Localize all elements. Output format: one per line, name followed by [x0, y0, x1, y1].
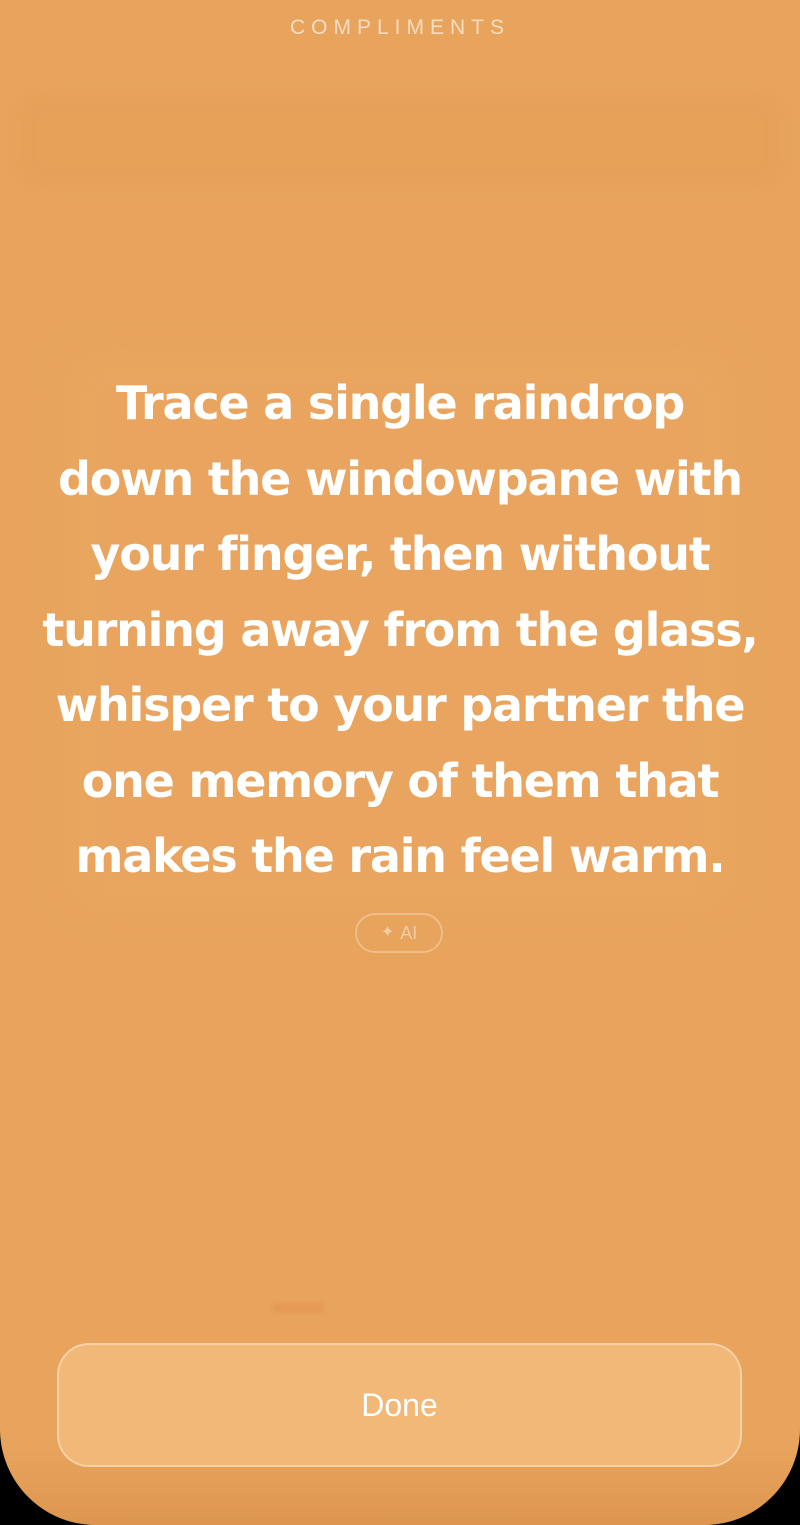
sparkle-icon: ✦ [380, 924, 395, 941]
category-label: COMPLIMENTS [289, 16, 510, 39]
prompt-text: Trace a single raindrop down the windowp… [42, 376, 759, 883]
done-button[interactable]: Done [57, 1343, 742, 1467]
app-screen: COMPLIMENTS Trace a single raindrop down… [0, 0, 800, 1525]
ai-badge: ✦ AI [355, 913, 443, 953]
blurred-header-band [20, 95, 780, 185]
blurred-page-indicator [272, 1303, 324, 1313]
ai-badge-label: AI [400, 922, 418, 943]
